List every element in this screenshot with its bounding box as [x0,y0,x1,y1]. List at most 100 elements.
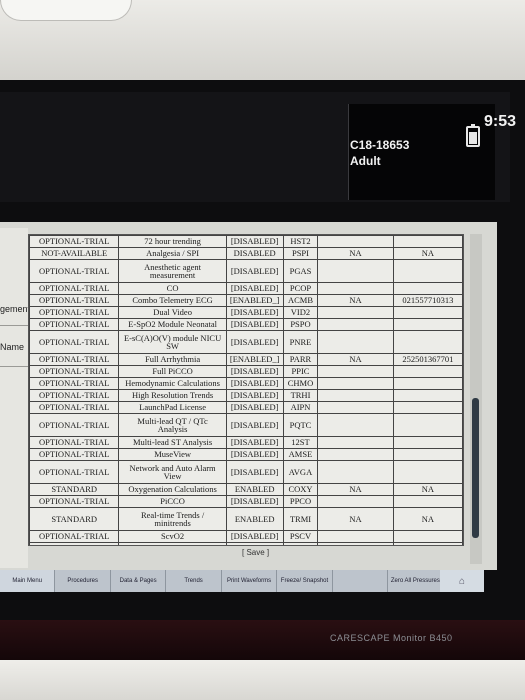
table-cell [317,235,394,248]
table-cell: COXY [282,483,319,496]
table-cell: TOUC [282,542,319,545]
table-cell: [DISABLED] [225,530,284,543]
table-cell: TRMI [282,507,319,531]
table-cell: ACMB [282,294,319,307]
table-cell [392,389,463,402]
table-cell [392,530,463,543]
table-cell: OPTIONAL-TRIAL [29,389,120,402]
softkey-trends[interactable]: Trends [166,570,222,592]
table-cell: NA [392,507,463,531]
table-cell: High Resolution Trends [118,389,227,402]
table-cell [317,330,394,354]
table-cell: Multi-lead QT / QTc Analysis [118,413,227,437]
table-cell: PQTC [282,413,319,437]
left-menu-label-2[interactable]: Name [0,342,24,352]
softkey-data-pages[interactable]: Data & Pages [111,570,167,592]
table-cell: PARR [282,353,319,366]
home-icon[interactable]: ⌂ [440,570,484,592]
table-cell: ENABLED [225,542,284,545]
table-cell: OPTIONAL-TRIAL [29,377,120,390]
left-menu-label-1[interactable]: gement [0,304,30,314]
table-row: OPTIONAL-TRIAL Full PiCCO [DISABLED] PPIC [29,365,463,378]
table-cell [392,436,463,449]
table-cell: [DISABLED] [225,401,284,414]
table-row: OPTIONAL-TRIAL Multi-lead ST Analysis [DIS… [29,436,463,449]
table-cell [317,413,394,437]
left-divider [0,366,28,367]
table-cell [392,401,463,414]
table-row: OPTIONAL-TRIAL Dual Video [DISABLED] VID2 [29,306,463,319]
table-row: OPTIONAL-TRIAL Combo Telemetry ECG [ENABLE… [29,294,463,307]
table-cell: OPTIONAL-TRIAL [29,530,120,543]
table-cell: [DISABLED] [225,448,284,461]
table-cell: PSCV [282,530,319,543]
table-cell [392,259,463,283]
table-cell: [DISABLED] [225,235,284,248]
table-cell: [DISABLED] [225,495,284,508]
softkey-print-waveforms[interactable]: Print Waveforms [222,570,278,592]
softkey-zero-all-pressures[interactable]: Zero All Pressures [388,570,444,592]
table-cell: PSPI [282,247,319,260]
table-cell: PiCCO [118,495,227,508]
table-cell: OPTIONAL-TRIAL [29,460,120,484]
table-cell: E-SpO2 Module Neonatal [118,318,227,331]
table-cell: OPTIONAL-TRIAL [29,353,120,366]
table-cell: AIPN [282,401,319,414]
save-button[interactable]: [ Save ] [242,548,269,557]
softkey-freeze-snapshot[interactable]: Freeze/ Snapshot [277,570,333,592]
softkey-blank[interactable] [333,570,389,592]
table-cell: PNRE [282,330,319,354]
table-row: OPTIONAL-TRIAL LaunchPad License [DISABLED… [29,401,463,414]
table-cell [392,318,463,331]
table-cell: LaunchPad License [118,401,227,414]
table-cell: [DISABLED] [225,413,284,437]
table-row: STANDARD Real-time Trends / minitrends ENA… [29,507,463,531]
device-handle [0,0,132,21]
table-cell: OPTIONAL-TRIAL [29,401,120,414]
table-cell: 021557710313 [392,294,463,307]
table-cell: OPTIONAL-TRIAL [29,495,120,508]
table-cell: Touch User Interface [118,542,227,545]
scrollbar-thumb[interactable] [472,398,479,538]
table-cell [392,377,463,390]
table-cell: 12ST [282,436,319,449]
table-cell: [DISABLED] [225,365,284,378]
table-cell: NOT-AVAILABLE [29,247,120,260]
table-cell: STANDARD [29,507,120,531]
table-cell: NA [392,483,463,496]
table-cell [392,282,463,295]
table-cell: [DISABLED] [225,330,284,354]
device-top-cap [0,0,525,82]
table-cell: OPTIONAL-TRIAL [29,330,120,354]
table-cell: NA [317,353,394,366]
table-cell: ScvO2 [118,530,227,543]
table-row: OPTIONAL-TRIAL Hemodynamic Calculations [D… [29,377,463,390]
table-cell: OPTIONAL-TRIAL [29,318,120,331]
patient-info-box[interactable] [348,104,495,200]
table-cell: [ENABLED_] [225,294,284,307]
table-cell [317,495,394,508]
table-cell: NA [392,247,463,260]
table-cell: NA [392,542,463,545]
table-cell [317,389,394,402]
table-cell: [DISABLED] [225,436,284,449]
table-cell: Hemodynamic Calculations [118,377,227,390]
license-table-panel: OPTIONAL-TRIAL 72 hour trending [DISABLED]… [28,234,464,546]
table-cell: VID2 [282,306,319,319]
table-cell: PCOP [282,282,319,295]
table-cell: OPTIONAL-TRIAL [29,436,120,449]
table-cell: Multi-lead ST Analysis [118,436,227,449]
table-cell: OPTIONAL-TRIAL [29,294,120,307]
table-cell: AVGA [282,460,319,484]
table-cell: PGAS [282,259,319,283]
table-cell: [DISABLED] [225,377,284,390]
softkey-main-menu[interactable]: Main Menu [0,570,56,592]
table-cell [317,401,394,414]
table-cell: Real-time Trends / minitrends [118,507,227,531]
softkey-procedures[interactable]: Procedures [55,570,111,592]
table-cell: MuseView [118,448,227,461]
table-cell [392,330,463,354]
table-cell [392,365,463,378]
table-row: OPTIONAL-TRIAL 72 hour trending [DISABLED]… [29,235,463,248]
table-cell [317,259,394,283]
